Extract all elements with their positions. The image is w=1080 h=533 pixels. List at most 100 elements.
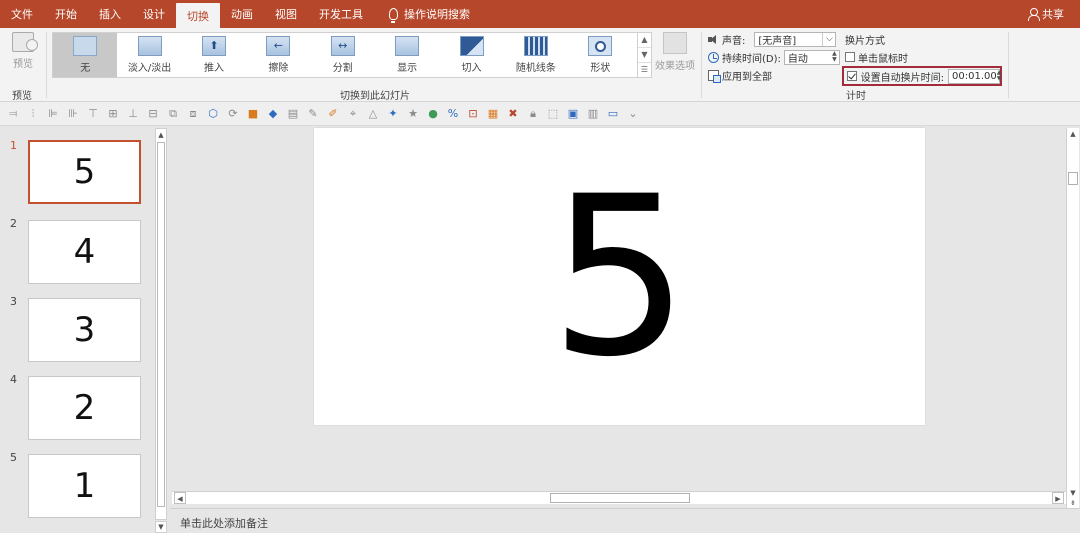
text-box-icon[interactable]: ▤ bbox=[286, 107, 300, 121]
slide-icon[interactable]: ▭ bbox=[606, 107, 620, 121]
align-center-icon[interactable]: ⫶ bbox=[26, 107, 40, 121]
align-middle-icon[interactable]: ⊞ bbox=[106, 107, 120, 121]
scroll-right-icon[interactable]: ▶ bbox=[1052, 492, 1064, 504]
tell-me-search[interactable]: 操作说明搜索 bbox=[378, 0, 481, 28]
transition-split[interactable]: ↔ 分割 bbox=[311, 33, 375, 77]
current-slide[interactable]: 5 bbox=[314, 128, 925, 425]
auto-advance-checkbox[interactable] bbox=[847, 71, 857, 81]
transition-wipe[interactable]: ← 擦除 bbox=[246, 33, 310, 77]
delete-icon[interactable]: ✖ bbox=[506, 107, 520, 121]
sound-dropdown[interactable]: [无声音] ⌵ bbox=[754, 31, 837, 47]
gallery-more-button[interactable]: ☰ bbox=[638, 63, 651, 78]
editor-vertical-scrollbar[interactable]: ▲ ▼ ⇟ bbox=[1066, 128, 1079, 508]
align-top-icon[interactable]: ⊤ bbox=[86, 107, 100, 121]
tab-file[interactable]: 文件 bbox=[0, 0, 44, 28]
shapes-icon[interactable]: △ bbox=[366, 107, 380, 121]
slide-text[interactable]: 5 bbox=[550, 167, 690, 387]
line-color-icon[interactable]: ◆ bbox=[266, 107, 280, 121]
timing-settings: 声音: [无声音] ⌵ 持续时间(D): 自动 ▲ ▼ 应用到全部 bbox=[708, 30, 843, 84]
spin-arrows-icon[interactable]: ▲ ▼ bbox=[997, 70, 1002, 82]
tab-animations[interactable]: 动画 bbox=[220, 0, 264, 28]
transition-random-bars[interactable]: 随机线条 bbox=[504, 33, 568, 77]
gallery-down-button[interactable]: ▼ bbox=[638, 48, 651, 63]
tab-design[interactable]: 设计 bbox=[132, 0, 176, 28]
on-click-checkbox[interactable] bbox=[845, 52, 855, 62]
transition-label: 推入 bbox=[203, 63, 224, 74]
lightbulb-icon bbox=[389, 8, 398, 23]
eyedropper-icon[interactable]: ⌖ bbox=[346, 107, 360, 121]
scroll-thumb[interactable] bbox=[1068, 172, 1078, 185]
transition-reveal[interactable]: 显示 bbox=[375, 33, 439, 77]
scroll-thumb[interactable] bbox=[157, 142, 165, 507]
random-bars-transition-icon bbox=[523, 36, 548, 56]
star-icon[interactable]: ★ bbox=[406, 107, 420, 121]
align-bottom-icon[interactable]: ⊥ bbox=[126, 107, 140, 121]
notes-pane[interactable]: 单击此处添加备注 bbox=[170, 508, 1080, 533]
scroll-up-icon[interactable]: ▲ bbox=[156, 129, 166, 141]
transition-push[interactable]: ⬆ 推入 bbox=[182, 33, 246, 77]
auto-advance-time-input[interactable]: 00:01.00 ▲ ▼ bbox=[948, 68, 1002, 84]
auto-advance-option: 设置自动换片时间: 00:01.00 ▲ ▼ bbox=[842, 66, 1002, 86]
scroll-down-icon[interactable]: ▼ bbox=[155, 521, 167, 533]
transition-cut[interactable]: 切入 bbox=[439, 33, 503, 77]
layout-icon[interactable]: ▥ bbox=[586, 107, 600, 121]
slide-thumbnail[interactable]: 5 bbox=[28, 140, 141, 204]
sound-label: 声音: bbox=[722, 35, 746, 47]
rotate-icon[interactable]: ⟳ bbox=[226, 107, 240, 121]
tab-transitions[interactable]: 切换 bbox=[176, 3, 220, 28]
slide-thumbnail[interactable]: 3 bbox=[28, 298, 141, 362]
brush-icon[interactable]: ✐ bbox=[326, 107, 340, 121]
gallery-up-button[interactable]: ▲ bbox=[638, 33, 651, 48]
align-right-icon[interactable]: ⊫ bbox=[46, 107, 60, 121]
next-slide-icon[interactable]: ▼ ⇟ bbox=[1067, 488, 1079, 508]
ungroup-icon[interactable]: ⧈ bbox=[186, 107, 200, 121]
slide-number: 5 bbox=[10, 451, 17, 464]
editor-horizontal-scrollbar[interactable]: ◀ ▶ bbox=[172, 491, 1066, 504]
thumbnail-scrollbar[interactable]: ▲ bbox=[155, 128, 167, 520]
effect-options-button[interactable]: 效果选项 bbox=[655, 32, 695, 72]
group-icon[interactable]: ⧉ bbox=[166, 107, 180, 121]
on-click-option[interactable]: 单击鼠标时 bbox=[845, 48, 1005, 66]
scroll-up-icon[interactable]: ▲ bbox=[1067, 128, 1079, 140]
customize-toolbar-icon[interactable]: ⌄ bbox=[626, 107, 640, 121]
preview-button[interactable]: 预览 bbox=[6, 32, 40, 74]
screenshot-icon[interactable]: ▣ bbox=[566, 107, 580, 121]
slide-thumbnail[interactable]: 1 bbox=[28, 454, 141, 518]
distribute-icon[interactable]: ⊪ bbox=[66, 107, 80, 121]
tab-view[interactable]: 视图 bbox=[264, 0, 308, 28]
group-separator bbox=[1008, 32, 1009, 98]
share-button[interactable]: 共享 bbox=[1028, 0, 1064, 28]
circle-icon[interactable]: ● bbox=[426, 107, 440, 121]
crop-icon[interactable]: ⬚ bbox=[546, 107, 560, 121]
slide-thumbnail[interactable]: 4 bbox=[28, 220, 141, 284]
table-icon[interactable]: ⊡ bbox=[466, 107, 480, 121]
slide-editor: 5 bbox=[170, 126, 1080, 508]
distribute-vertical-icon[interactable]: ⊟ bbox=[146, 107, 160, 121]
spin-arrows-icon[interactable]: ▲ ▼ bbox=[830, 51, 839, 63]
chart-icon[interactable]: ▦ bbox=[486, 107, 500, 121]
align-left-icon[interactable]: ⫤ bbox=[6, 107, 20, 121]
lock-icon[interactable]: 🔒︎ bbox=[526, 107, 540, 121]
percent-icon[interactable]: % bbox=[446, 107, 460, 121]
group-separator bbox=[701, 32, 702, 98]
transition-shape[interactable]: 形状 bbox=[568, 33, 632, 77]
tab-home[interactable]: 开始 bbox=[44, 0, 88, 28]
format-painter-icon[interactable]: ✎ bbox=[306, 107, 320, 121]
scroll-thumb[interactable] bbox=[550, 493, 690, 503]
wipe-transition-icon: ← bbox=[266, 36, 291, 56]
duration-input[interactable]: 自动 ▲ ▼ bbox=[783, 49, 840, 65]
scroll-left-icon[interactable]: ◀ bbox=[174, 492, 186, 504]
apply-all-icon bbox=[708, 69, 721, 83]
tab-insert[interactable]: 插入 bbox=[88, 0, 132, 28]
animation-icon[interactable]: ✦ bbox=[386, 107, 400, 121]
transition-none[interactable]: 无 bbox=[53, 33, 118, 77]
tab-developer[interactable]: 开发工具 bbox=[308, 0, 374, 28]
slide-thumbnail[interactable]: 2 bbox=[28, 376, 141, 440]
ribbon: 预览 预览 无 淡入/淡出 ⬆ 推入 ← 擦除 ↔ 分割 显示 切入 随机线条 … bbox=[0, 28, 1080, 129]
merge-shapes-icon[interactable]: ⬡ bbox=[206, 107, 220, 121]
transition-fade[interactable]: 淡入/淡出 bbox=[117, 33, 181, 77]
fill-color-icon[interactable]: ■ bbox=[246, 107, 260, 121]
transition-label: 无 bbox=[80, 63, 91, 74]
apply-all-button[interactable]: 应用到全部 bbox=[708, 66, 843, 84]
chevron-down-icon: ⌵ bbox=[822, 32, 835, 46]
